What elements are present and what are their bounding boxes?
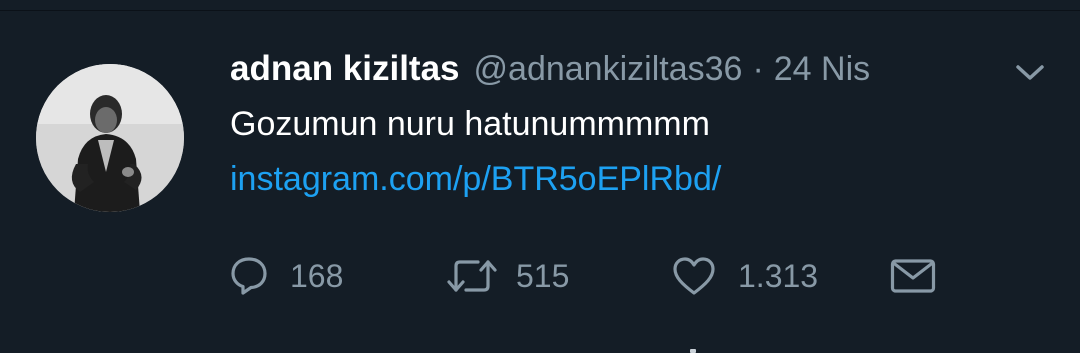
- tweet-actions: 168 515 1.313: [230, 248, 950, 304]
- heart-icon: [673, 257, 715, 295]
- avatar-photo: [36, 64, 184, 212]
- separator-dot: ·: [752, 49, 764, 88]
- like-button[interactable]: 1.313: [672, 248, 818, 304]
- tweet-card[interactable]: adnan kiziltas @adnankiziltas36 · 24 Nis…: [0, 0, 1080, 353]
- tweet-text: Gozumun nuru hatunummmmm: [230, 105, 710, 143]
- scroll-indicator: [690, 349, 696, 353]
- reply-count: 168: [290, 257, 344, 294]
- retweet-arrows-icon: [447, 260, 497, 292]
- tweet-link[interactable]: instagram.com/p/BTR5oEPlRbd/: [230, 160, 721, 199]
- tweet-date[interactable]: 24 Nis: [774, 50, 870, 89]
- retweet-button[interactable]: 515: [446, 248, 569, 304]
- author-handle[interactable]: @adnankiziltas36: [474, 50, 743, 89]
- tweet-header: adnan kiziltas @adnankiziltas36 · 24 Nis: [230, 44, 870, 94]
- speech-bubble-icon: [231, 257, 267, 295]
- envelope-icon: [890, 259, 936, 293]
- like-count: 1.313: [738, 257, 819, 294]
- retweet-count: 515: [516, 257, 570, 294]
- author-name[interactable]: adnan kiziltas: [230, 49, 460, 89]
- avatar[interactable]: [36, 64, 184, 212]
- reply-button[interactable]: 168: [230, 248, 343, 304]
- direct-message-button[interactable]: [890, 248, 936, 304]
- chevron-down-icon: [1016, 65, 1044, 80]
- tweet-menu-button[interactable]: [1010, 58, 1050, 88]
